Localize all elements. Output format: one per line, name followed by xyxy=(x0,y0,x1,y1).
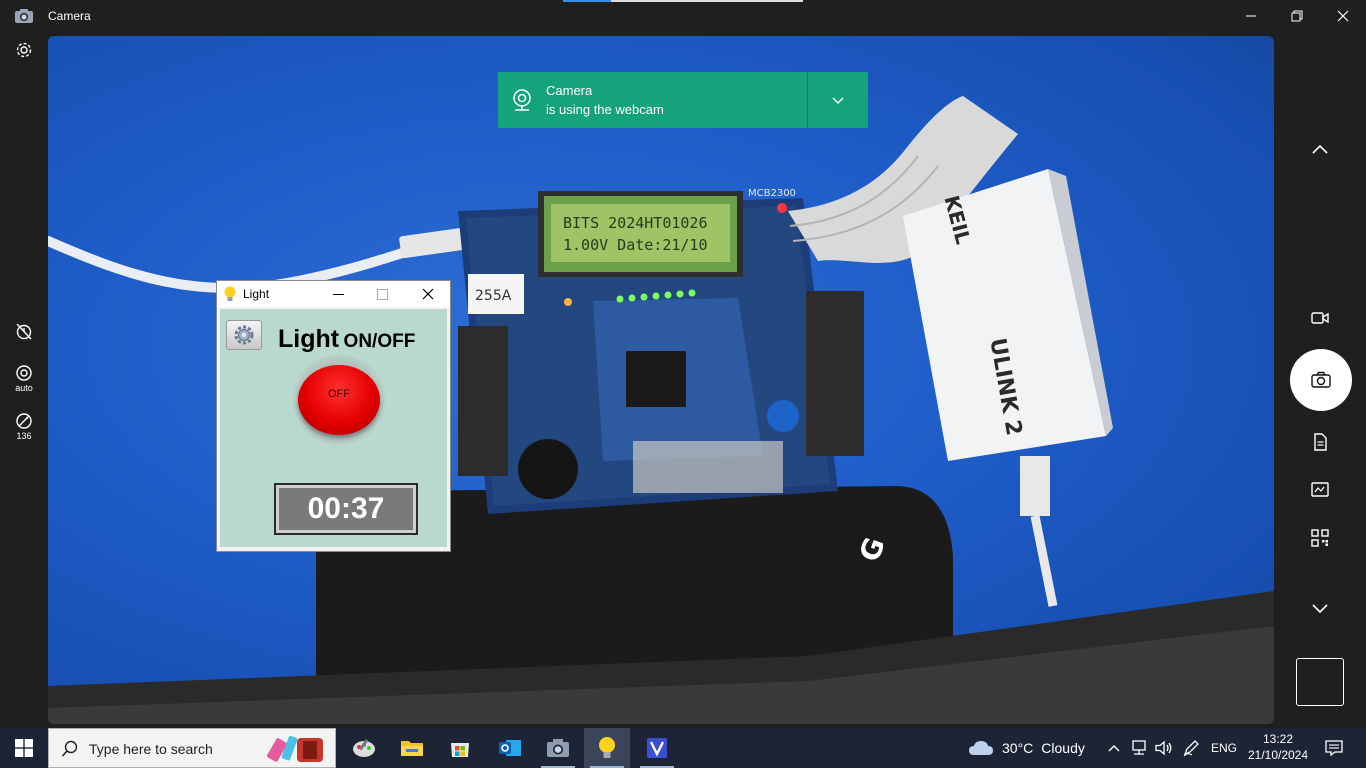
light-window-titlebar[interactable]: Light xyxy=(217,281,450,307)
left-toolbar: auto 136 xyxy=(0,32,48,728)
folder-icon xyxy=(401,741,423,756)
lightbulb-icon xyxy=(599,737,615,758)
store-icon xyxy=(451,743,469,757)
chevron-down-icon xyxy=(1312,604,1328,614)
toast-title: Camera xyxy=(546,83,593,98)
taskbar-app-camera[interactable] xyxy=(535,728,581,768)
light-settings-button[interactable] xyxy=(226,320,262,350)
taskbar-app-light[interactable] xyxy=(584,728,630,768)
lcd-line-2: 1.00V Date:21/10 xyxy=(563,236,708,254)
speaker-icon xyxy=(1155,740,1172,756)
taskbar-app-store[interactable] xyxy=(437,728,483,768)
toast-expand-button[interactable] xyxy=(808,72,868,128)
barcode-mode-button[interactable] xyxy=(1302,520,1338,556)
search-placeholder: Type here to search xyxy=(89,741,213,757)
lightbulb-icon xyxy=(223,286,237,306)
brightness-button[interactable]: 136 xyxy=(8,412,40,441)
light-maximize-button[interactable] xyxy=(360,281,404,307)
top-progress-indicator xyxy=(563,0,803,2)
pen-workspace-button[interactable] xyxy=(1178,728,1204,768)
chevron-up-icon xyxy=(1108,745,1120,752)
notification-icon xyxy=(1325,740,1343,756)
brightness-value: 136 xyxy=(16,431,32,441)
settings-button[interactable] xyxy=(8,41,40,59)
taskbar-search-box[interactable]: Type here to search xyxy=(48,728,336,768)
weather-temperature: 30°C xyxy=(1002,740,1034,756)
outlook-icon xyxy=(499,740,521,756)
chevron-up-icon xyxy=(1312,144,1328,154)
whiteboard-mode-button[interactable] xyxy=(1302,472,1338,508)
toast-message: is using the webcam xyxy=(546,102,664,117)
light-app-window: Light Light ON/OFF OFF 00:37 xyxy=(216,280,451,552)
light-heading-main: Light xyxy=(278,325,340,353)
close-button[interactable] xyxy=(1320,0,1366,32)
windows-logo-icon xyxy=(15,739,33,757)
minimize-button[interactable] xyxy=(1228,0,1274,32)
focus-mode-label: auto xyxy=(15,383,33,393)
whiteboard-icon xyxy=(1311,482,1329,497)
taskbar-app-paint[interactable] xyxy=(341,728,387,768)
video-camera-icon xyxy=(1311,312,1329,324)
cloud-icon xyxy=(969,741,993,755)
document-mode-button[interactable] xyxy=(1302,424,1338,460)
last-capture-thumbnail[interactable] xyxy=(1296,658,1344,706)
clock-time: 13:22 xyxy=(1262,732,1294,746)
paint-icon xyxy=(353,738,375,757)
clock-date: 21/10/2024 xyxy=(1247,748,1309,762)
collapse-down-button[interactable] xyxy=(1302,590,1338,626)
webcam-in-use-toast[interactable]: Camera is using the webcam xyxy=(498,72,868,128)
network-button[interactable] xyxy=(1127,728,1151,768)
focus-icon xyxy=(16,365,32,381)
brightness-icon xyxy=(16,413,32,429)
show-hidden-icons-button[interactable] xyxy=(1104,728,1124,768)
light-heading: Light ON/OFF xyxy=(278,325,415,354)
timer-off-icon xyxy=(16,323,32,340)
board-tag-label: 255A xyxy=(475,288,512,304)
weather-widget[interactable]: 30°C Cloudy xyxy=(968,728,1085,768)
pen-icon xyxy=(1183,740,1199,757)
volume-button[interactable] xyxy=(1152,728,1176,768)
gear-icon xyxy=(16,42,32,58)
weather-condition: Cloudy xyxy=(1041,740,1085,756)
app-title: Camera xyxy=(48,9,91,23)
timer-display: 00:37 xyxy=(274,483,418,535)
qr-code-icon xyxy=(1311,529,1329,547)
light-toggle-button[interactable]: OFF xyxy=(290,355,388,445)
timer-value: 00:37 xyxy=(279,488,413,530)
focus-mode-button[interactable]: auto xyxy=(8,364,40,393)
light-window-title: Light xyxy=(243,287,270,301)
timer-button[interactable] xyxy=(8,322,40,340)
uvision-icon xyxy=(647,738,667,758)
take-photo-button[interactable] xyxy=(1290,349,1352,411)
taskbar: Type here to search 30°C Cloudy ENG 13:2… xyxy=(0,728,1366,768)
camera-app-icon xyxy=(14,8,34,24)
board-model-label: MCB2300 xyxy=(748,188,796,199)
taskbar-clock[interactable]: 13:22 21/10/2024 xyxy=(1246,731,1310,763)
search-highlight-icon xyxy=(267,733,331,768)
webcam-icon xyxy=(513,89,531,111)
document-icon xyxy=(1314,433,1327,451)
taskbar-app-outlook[interactable] xyxy=(487,728,533,768)
lcd-line-1: BITS 2024HT01026 xyxy=(563,214,708,232)
light-close-button[interactable] xyxy=(406,281,450,307)
app-titlebar: Camera xyxy=(0,0,1366,32)
start-button[interactable] xyxy=(0,728,48,768)
taskbar-app-file-explorer[interactable] xyxy=(389,728,435,768)
light-minimize-button[interactable] xyxy=(316,281,360,307)
gear-icon xyxy=(234,325,254,345)
restore-button[interactable] xyxy=(1274,0,1320,32)
taskbar-app-keil-uvision[interactable] xyxy=(634,728,680,768)
light-toggle-label: OFF xyxy=(328,388,350,400)
chevron-down-icon xyxy=(832,97,844,104)
network-icon xyxy=(1132,740,1146,755)
notifications-button[interactable] xyxy=(1314,728,1354,768)
input-language-button[interactable]: ENG xyxy=(1207,728,1241,768)
light-heading-sub: ON/OFF xyxy=(343,331,416,352)
video-mode-button[interactable] xyxy=(1302,300,1338,336)
light-window-client: Light ON/OFF OFF 00:37 xyxy=(220,309,447,547)
search-icon xyxy=(61,740,79,762)
camera-icon xyxy=(547,739,569,757)
collapse-up-button[interactable] xyxy=(1302,132,1338,168)
camera-icon xyxy=(1311,371,1331,388)
